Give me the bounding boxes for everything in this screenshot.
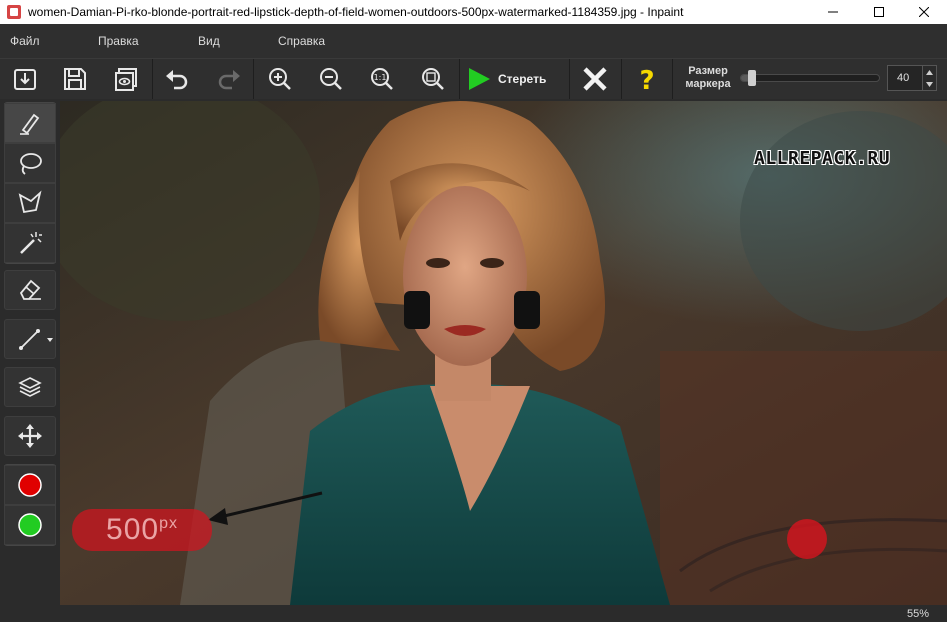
minimize-button[interactable] — [810, 0, 856, 24]
actual-size-button[interactable]: 1:1 — [364, 63, 398, 95]
lasso-tool[interactable] — [4, 143, 56, 183]
fit-to-window-button[interactable] — [415, 63, 449, 95]
green-color-icon — [18, 513, 42, 537]
toolbar-separator — [253, 59, 254, 99]
watermark-logo-suffix: px — [159, 515, 178, 532]
zoom-out-button[interactable] — [313, 63, 347, 95]
open-button[interactable] — [8, 63, 42, 95]
maximize-button[interactable] — [856, 0, 902, 24]
undo-button[interactable] — [160, 63, 194, 95]
zoom-in-button[interactable] — [262, 63, 296, 95]
actual-size-icon: 1:1 — [371, 68, 393, 90]
layers-icon — [18, 377, 42, 397]
toolbar: 1:1 Стереть ? Размер маркера 40 — [0, 59, 947, 99]
toolbar-separator — [672, 59, 673, 99]
toolbar-separator — [152, 59, 153, 99]
move-tool[interactable] — [4, 416, 56, 456]
watermark-logo-number: 500 — [106, 513, 160, 546]
redo-icon — [218, 70, 240, 90]
erase-button[interactable]: Стереть — [464, 61, 564, 97]
image-canvas[interactable]: ALLREPACK.RU 500px — [60, 101, 947, 605]
inpaint-window: women-Damian-Pi-rko-blonde-portrait-red-… — [0, 0, 947, 622]
toolbar-separator — [621, 59, 622, 99]
red-color-icon — [18, 473, 42, 497]
erase-label: Стереть — [498, 72, 547, 86]
polygonal-lasso-icon — [18, 190, 42, 214]
eraser-icon — [19, 279, 41, 300]
layers-tool[interactable] — [4, 367, 56, 407]
close-icon — [919, 7, 929, 17]
zoom-out-icon — [320, 68, 342, 90]
menu-help[interactable]: Справка — [278, 34, 325, 48]
red-color-button[interactable] — [4, 465, 56, 505]
redo-button[interactable] — [212, 63, 246, 95]
minimize-icon — [828, 11, 838, 13]
svg-text:?: ? — [639, 66, 654, 93]
lasso-icon — [20, 153, 42, 175]
toolbar-separator — [569, 59, 570, 99]
undo-icon — [166, 70, 188, 90]
dropdown-arrow-icon — [47, 338, 53, 342]
open-icon — [14, 69, 36, 90]
preview-button[interactable] — [109, 63, 143, 95]
menu-view[interactable]: Вид — [198, 34, 220, 48]
maximize-icon — [874, 7, 884, 17]
cancel-icon — [583, 67, 607, 91]
marker-size-slider-handle[interactable] — [748, 70, 756, 86]
polygonal-lasso-tool[interactable] — [4, 183, 56, 223]
marker-icon — [20, 113, 40, 135]
green-color-button[interactable] — [4, 505, 56, 545]
marker-cursor — [787, 519, 827, 559]
preview-icon — [115, 68, 137, 91]
menu-bar: Файл Правка Вид Справка — [0, 24, 947, 59]
save-icon — [64, 68, 86, 90]
title-bar: women-Damian-Pi-rko-blonde-portrait-red-… — [0, 0, 947, 24]
play-icon — [469, 68, 490, 90]
chevron-down-icon — [926, 81, 933, 87]
watermark-logo: 500px — [106, 513, 178, 547]
line-icon — [19, 329, 40, 350]
magic-wand-icon — [20, 232, 42, 254]
status-bar: 55% — [0, 605, 947, 622]
chevron-up-icon — [926, 69, 933, 75]
cancel-button[interactable] — [578, 63, 612, 95]
line-tool[interactable] — [4, 319, 56, 359]
magic-wand-tool[interactable] — [4, 223, 56, 263]
save-button[interactable] — [58, 63, 92, 95]
marker-tool[interactable] — [4, 103, 56, 143]
toolbar-separator — [459, 59, 460, 99]
zoom-level: 55% — [906, 608, 929, 620]
marker-size-input[interactable]: 40 — [887, 65, 923, 91]
fit-to-window-icon — [422, 68, 444, 90]
selected-watermark-mask: 500px — [72, 509, 212, 551]
close-window-button[interactable] — [901, 0, 947, 24]
spin-up-button[interactable] — [923, 66, 936, 78]
app-icon — [7, 5, 21, 19]
marker-size-slider[interactable] — [740, 70, 880, 86]
marker-size-spinner — [923, 65, 937, 91]
window-title: women-Damian-Pi-rko-blonde-portrait-red-… — [28, 5, 684, 19]
svg-text:1:1: 1:1 — [374, 73, 387, 82]
spin-down-button[interactable] — [923, 78, 936, 90]
eraser-tool[interactable] — [4, 270, 56, 310]
marker-size-label: Размер маркера — [685, 65, 731, 90]
help-icon: ? — [639, 66, 654, 93]
help-button[interactable]: ? — [630, 63, 664, 95]
menu-file[interactable]: Файл — [10, 34, 40, 48]
move-icon — [18, 424, 42, 448]
menu-edit[interactable]: Правка — [98, 34, 139, 48]
tool-panel — [0, 99, 60, 605]
zoom-in-icon — [269, 68, 291, 90]
